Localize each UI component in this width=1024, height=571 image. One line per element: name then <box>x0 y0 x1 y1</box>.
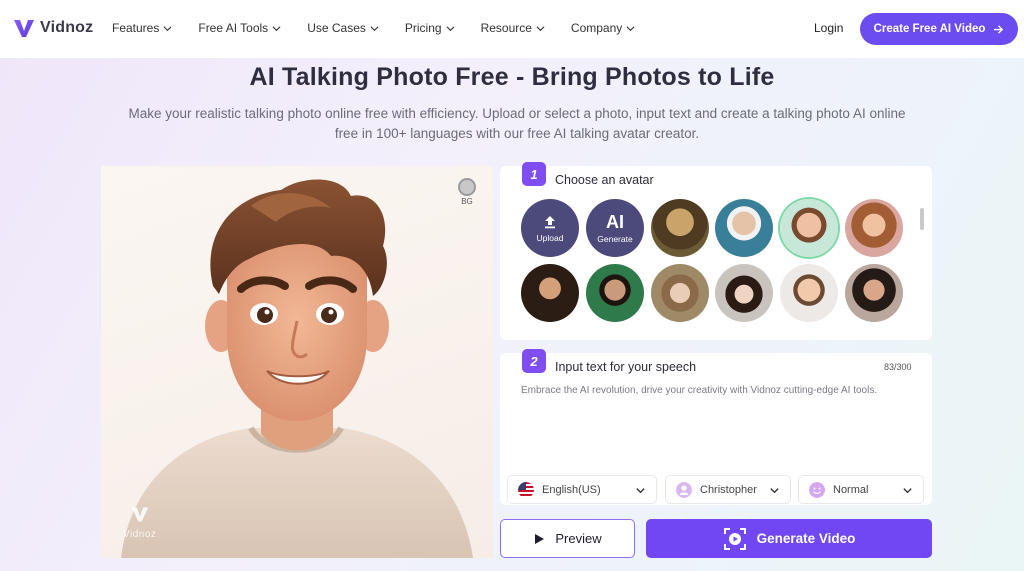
style-select[interactable]: Normal <box>798 475 924 504</box>
watermark: Vidnoz <box>123 504 156 540</box>
cartoon-man-avatar-image <box>121 179 473 558</box>
chevron-down-icon <box>536 25 545 31</box>
avatar-painted-woman-hat[interactable] <box>651 264 709 322</box>
cta-label: Create Free AI Video <box>873 23 986 35</box>
menu-use-cases[interactable]: Use Cases <box>307 21 379 35</box>
ai-generate-mark: AI <box>606 211 624 232</box>
logo-text: Vidnoz <box>40 19 94 36</box>
step-title: Choose an avatar <box>555 173 654 187</box>
voice-value: Christopher <box>700 483 757 496</box>
menu-label: Resource <box>480 21 532 35</box>
bg-label: BG <box>461 197 473 206</box>
chevron-down-icon <box>903 488 912 494</box>
step-number: 2 <box>522 349 546 373</box>
avatar-woman-dark-hair[interactable] <box>845 264 903 322</box>
chevron-down-icon <box>272 25 281 31</box>
chevron-down-icon <box>770 488 779 494</box>
avatar-young-man[interactable] <box>780 264 838 322</box>
avatar-preview: BG Vidnoz <box>101 166 493 558</box>
play-icon <box>535 533 545 544</box>
generate-avatar-button[interactable]: AI Generate <box>586 199 644 257</box>
avatar-scrollbar[interactable] <box>920 208 924 230</box>
smile-emoji-icon <box>809 481 825 498</box>
avatar-einstein[interactable] <box>715 199 773 257</box>
arrow-right-icon <box>994 24 1004 34</box>
choose-avatar-card: 1 Choose an avatar Upload AI Generate <box>500 162 932 340</box>
upload-label: Upload <box>536 232 564 243</box>
menu-free-ai-tools[interactable]: Free AI Tools <box>198 21 281 35</box>
chevron-down-icon <box>163 25 172 31</box>
menu-pricing[interactable]: Pricing <box>405 21 455 35</box>
create-free-ai-video-button[interactable]: Create Free AI Video <box>860 13 1018 45</box>
step-number: 1 <box>522 162 546 186</box>
step-title: Input text for your speech <box>555 360 697 374</box>
chevron-down-icon <box>446 25 455 31</box>
menu-resource[interactable]: Resource <box>481 21 545 35</box>
avatar-frida[interactable] <box>586 264 644 322</box>
chevron-down-icon <box>626 25 635 31</box>
voice-person-icon <box>676 481 692 498</box>
avatar-victorian-lady[interactable] <box>715 264 773 322</box>
us-flag-icon <box>518 481 534 498</box>
menu-label: Features <box>112 21 160 35</box>
video-frame-play-icon <box>723 527 746 550</box>
avatar-mona-lisa[interactable] <box>651 199 709 257</box>
preview-label: Preview <box>555 531 602 546</box>
top-nav: Vidnoz Features Free AI Tools Use Cases … <box>0 0 1024 58</box>
watermark-text: Vidnoz <box>123 529 157 540</box>
menu-company[interactable]: Company <box>571 21 635 35</box>
page-title: AI Talking Photo Free - Bring Photos to … <box>249 63 775 91</box>
chevron-down-icon <box>636 488 645 494</box>
language-value: English(US) <box>542 483 601 496</box>
menu-label: Free AI Tools <box>198 21 269 35</box>
avatar-cartoon-woman[interactable] <box>845 199 903 257</box>
generate-label: Generate Video <box>756 531 856 546</box>
menu-label: Company <box>570 21 623 35</box>
menu-label: Use Cases <box>307 21 366 35</box>
vidnoz-watermark-icon <box>131 507 149 522</box>
menu-label: Pricing <box>404 21 442 35</box>
login-link[interactable]: Login <box>814 21 843 35</box>
logo[interactable]: Vidnoz <box>12 16 93 40</box>
menu-features[interactable]: Features <box>112 21 172 35</box>
preview-button[interactable]: Preview <box>500 519 635 558</box>
avatar-cartoon-man[interactable] <box>780 199 838 257</box>
chevron-down-icon <box>370 25 379 31</box>
main-menu: Features Free AI Tools Use Cases Pricing… <box>112 21 661 35</box>
upload-icon <box>545 215 555 228</box>
avatar-shakespeare[interactable] <box>521 264 579 322</box>
background-toggle[interactable]: BG <box>458 178 476 206</box>
vidnoz-logo-icon <box>14 20 34 37</box>
page-subtitle: Make your realistic talking photo online… <box>128 106 906 141</box>
language-select[interactable]: English(US) <box>507 475 657 504</box>
background-color-dot <box>458 178 476 196</box>
speech-text-input[interactable]: Embrace the AI revolution, drive your cr… <box>521 383 901 398</box>
character-counter: 83/300 <box>884 362 912 372</box>
upload-avatar-button[interactable]: Upload <box>521 199 579 257</box>
style-value: Normal <box>833 483 869 496</box>
generate-video-button[interactable]: Generate Video <box>646 519 932 558</box>
voice-select[interactable]: Christopher <box>665 475 791 504</box>
generate-label: Generate <box>597 233 633 244</box>
